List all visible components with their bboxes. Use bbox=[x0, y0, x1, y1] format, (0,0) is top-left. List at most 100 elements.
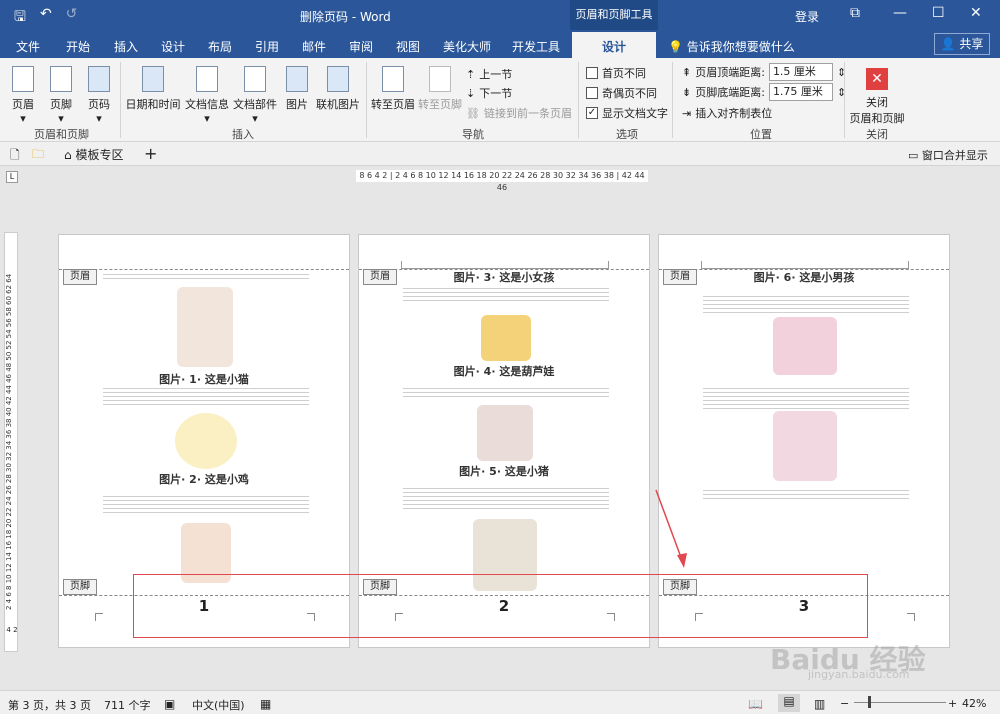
cat-illustration bbox=[177, 287, 233, 367]
template-tab-label: 模板专区 bbox=[75, 148, 124, 162]
tab-home[interactable]: 开始 bbox=[66, 38, 90, 55]
footer-tag: 页脚 bbox=[63, 579, 97, 595]
header-button-label: 页眉 bbox=[12, 98, 34, 111]
redo-icon[interactable]: ↺ bbox=[66, 6, 78, 30]
date-time-label: 日期和时间 bbox=[125, 98, 181, 111]
title-bar: 🖫 ↶ ↺ 删除页码 - Word 页眉和页脚工具 登录 ⧉ — ☐ ✕ bbox=[0, 0, 1000, 30]
previous-section-button[interactable]: ⇡ 上一节 bbox=[466, 66, 512, 82]
link-to-previous-button[interactable]: ⛓ 链接到前一条页眉 bbox=[466, 105, 572, 121]
online-picture-label: 联机图片 bbox=[316, 98, 360, 111]
footer-bottom-input[interactable]: 1.75 厘米 bbox=[768, 83, 833, 101]
minimize-button[interactable]: — bbox=[893, 5, 907, 21]
tab-selector[interactable]: L bbox=[6, 171, 18, 183]
ribbon: 页眉 ▾ 页脚 ▾ 页码 ▾ 页眉和页脚 日期和时间 文档信息 ▾ 文档部件 ▾ 图片 联… bbox=[0, 58, 1000, 142]
header-tag: 页眉 bbox=[63, 269, 97, 285]
goto-header-icon bbox=[382, 66, 404, 92]
close-x-icon[interactable]: ✕ bbox=[866, 68, 888, 90]
new-document-icon[interactable]: 🗋 bbox=[10, 146, 20, 167]
caption: 图片· 2· 这是小鸡 bbox=[159, 473, 249, 486]
document-tab-strip: 🗋 🗀 ⌂ 模板专区 + ▭ 窗口合并显示 bbox=[0, 142, 1000, 166]
next-section-label: 下一节 bbox=[479, 87, 513, 100]
close-header-footer-button[interactable]: 关闭 页眉和页脚 bbox=[846, 94, 908, 126]
footer-button-label: 页脚 bbox=[50, 98, 72, 111]
tab-references[interactable]: 引用 bbox=[255, 38, 279, 55]
template-tab[interactable]: ⌂ 模板专区 bbox=[64, 146, 123, 163]
horizontal-ruler[interactable]: L 8 6 4 2 | 2 4 6 8 10 12 14 16 18 20 22… bbox=[0, 166, 1000, 192]
picture-button[interactable]: 图片 bbox=[282, 66, 312, 112]
doc-info-button[interactable]: 文档信息 ▾ bbox=[183, 66, 231, 125]
zoom-in-button[interactable]: + bbox=[948, 697, 957, 710]
read-mode-icon[interactable]: 📖 bbox=[748, 697, 763, 711]
header-top-distance: ⇞ 页眉顶端距离: 1.5 厘米 ⇕ bbox=[682, 63, 846, 81]
page-number-label: 页码 bbox=[88, 98, 110, 111]
quick-parts-label: 文档部件 bbox=[233, 98, 277, 111]
home-icon: ⌂ bbox=[64, 148, 72, 162]
group-divider bbox=[672, 62, 673, 138]
zoom-slider-thumb[interactable] bbox=[868, 696, 871, 708]
zoom-level[interactable]: 42% bbox=[962, 697, 986, 710]
tab-insert[interactable]: 插入 bbox=[114, 38, 138, 55]
header-position-icon: ⇞ bbox=[682, 65, 692, 79]
undo-icon[interactable]: ↶ bbox=[40, 6, 52, 30]
maximize-button[interactable]: ☐ bbox=[932, 5, 945, 21]
next-section-button[interactable]: ⇣ 下一节 bbox=[466, 85, 512, 101]
vertical-ruler[interactable]: 2 4 6 8 10 12 14 16 18 20 22 24 26 28 30… bbox=[4, 232, 18, 652]
footer-icon bbox=[50, 66, 72, 92]
footer-button[interactable]: 页脚 ▾ bbox=[46, 66, 76, 125]
group-divider bbox=[366, 62, 367, 138]
macro-icon[interactable]: ▦ bbox=[260, 697, 271, 711]
goto-header-button[interactable]: 转至页眉 bbox=[370, 66, 416, 112]
close-button[interactable]: ✕ bbox=[970, 5, 982, 21]
tab-mailings[interactable]: 邮件 bbox=[302, 38, 326, 55]
context-tool-label: 页眉和页脚工具 bbox=[570, 0, 658, 30]
login-button[interactable]: 登录 bbox=[795, 8, 819, 25]
tab-design[interactable]: 设计 bbox=[572, 32, 657, 58]
web-layout-icon[interactable]: ▥ bbox=[814, 697, 825, 711]
goto-footer-label: 转至页脚 bbox=[418, 98, 462, 111]
date-time-button[interactable]: 日期和时间 bbox=[124, 66, 182, 112]
language[interactable]: 中文(中国) bbox=[192, 697, 245, 713]
pig-illustration bbox=[477, 405, 533, 461]
tab-beautify[interactable]: 美化大师 bbox=[443, 38, 491, 55]
quick-parts-button[interactable]: 文档部件 ▾ bbox=[231, 66, 279, 125]
tab-layout[interactable]: 布局 bbox=[208, 38, 232, 55]
vertical-ruler-bottom: 4 2 bbox=[6, 626, 18, 634]
different-first-page-checkbox[interactable]: 首页不同 bbox=[586, 65, 646, 81]
page-number-button[interactable]: 页码 ▾ bbox=[84, 66, 114, 125]
tab-file[interactable]: 文件 bbox=[16, 38, 40, 55]
tab-developer[interactable]: 开发工具 bbox=[512, 38, 560, 55]
checkmark-icon: ✓ bbox=[586, 107, 598, 119]
tab-review[interactable]: 审阅 bbox=[349, 38, 373, 55]
header-boundary bbox=[59, 269, 349, 270]
goto-footer-button[interactable]: 转至页脚 bbox=[417, 66, 463, 112]
online-picture-button[interactable]: 联机图片 bbox=[314, 66, 362, 112]
paragraph-text bbox=[703, 293, 909, 315]
insert-alignment-tab-button[interactable]: ⇥ 插入对齐制表位 bbox=[682, 105, 772, 121]
group-divider bbox=[844, 62, 845, 138]
show-document-text-checkbox[interactable]: ✓ 显示文档文字 bbox=[586, 105, 668, 121]
word-count[interactable]: 711 个字 bbox=[104, 697, 151, 713]
boy-robot-illustration bbox=[773, 317, 837, 375]
tell-me-input[interactable]: 💡 告诉我你想要做什么 bbox=[668, 38, 795, 55]
header-button[interactable]: 页眉 ▾ bbox=[8, 66, 38, 125]
share-button[interactable]: 👤 共享 bbox=[934, 33, 990, 55]
tab-view[interactable]: 视图 bbox=[396, 38, 420, 55]
folder-icon[interactable]: 🗀 bbox=[32, 145, 44, 166]
calendar-icon bbox=[142, 66, 164, 92]
page-count[interactable]: 第 3 页，共 3 页 bbox=[8, 697, 91, 713]
merge-windows-button[interactable]: ▭ 窗口合并显示 bbox=[908, 147, 988, 163]
caption: 图片· 6· 这是小男孩 bbox=[753, 271, 855, 284]
insert-alignment-tab-label: 插入对齐制表位 bbox=[695, 107, 773, 120]
restore-ribbon-icon[interactable]: ⧉ bbox=[850, 5, 860, 21]
tab-design-doc[interactable]: 设计 bbox=[161, 38, 185, 55]
jester-illustration bbox=[773, 411, 837, 481]
print-layout-icon[interactable]: ▤ bbox=[778, 694, 800, 712]
different-odd-even-checkbox[interactable]: 奇偶页不同 bbox=[586, 85, 657, 101]
header-top-input[interactable]: 1.5 厘米 bbox=[768, 63, 833, 81]
proofing-icon[interactable]: ▣ bbox=[164, 697, 175, 711]
zoom-out-button[interactable]: − bbox=[840, 697, 849, 710]
header-top-label: 页眉顶端距离: bbox=[695, 66, 765, 79]
save-icon[interactable]: 🖫 bbox=[14, 6, 26, 30]
group-label-close: 关闭 bbox=[866, 128, 888, 141]
add-tab-button[interactable]: + bbox=[144, 144, 157, 163]
